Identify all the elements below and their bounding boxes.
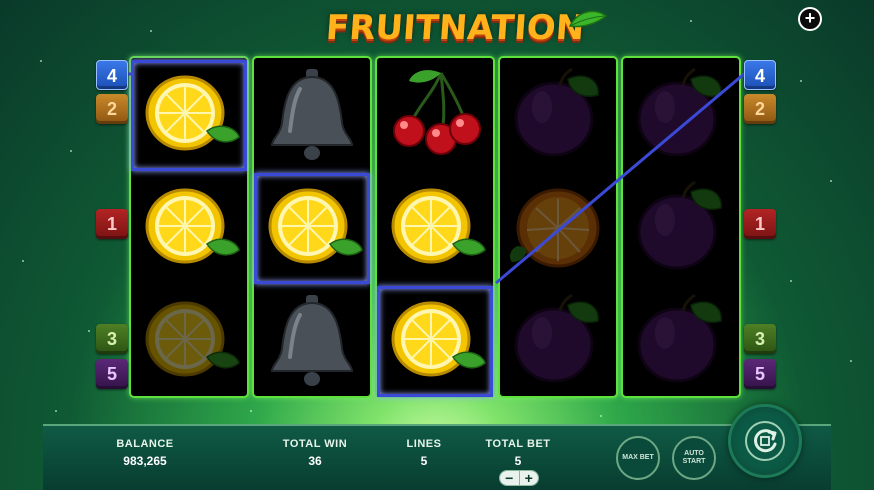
max-bet-button[interactable]: MAX BET — [616, 436, 660, 480]
spin-button[interactable] — [728, 404, 802, 478]
line-badge-left-4[interactable]: 4 — [96, 60, 128, 90]
bell-icon — [254, 284, 370, 397]
orange-icon — [500, 171, 616, 284]
lemon-icon — [131, 171, 247, 284]
add-funds-button[interactable]: + — [798, 7, 822, 31]
cherries-icon — [377, 58, 493, 171]
reel-3 — [375, 56, 495, 398]
line-badge-left-3[interactable]: 3 — [96, 324, 128, 354]
lemon-icon — [131, 284, 247, 397]
lines-display: LINES 5 — [399, 438, 449, 468]
reel-2 — [252, 56, 372, 398]
line-badge-right-5[interactable]: 5 — [744, 359, 776, 389]
winning-symbol-frame — [377, 286, 493, 397]
total-win-display: TOTAL WIN 36 — [273, 438, 357, 468]
balance-value: 983,265 — [123, 454, 167, 468]
logo-text: FRUITNATION — [324, 8, 586, 48]
plum-icon — [500, 58, 616, 171]
auto-start-button[interactable]: AUTO START — [672, 436, 716, 480]
bet-increase-button[interactable]: + — [518, 471, 538, 485]
total-bet-value: 5 — [514, 454, 522, 468]
spin-icon — [745, 421, 785, 461]
bet-stepper: − + — [499, 470, 539, 486]
reel-1 — [129, 56, 249, 398]
plum-icon — [623, 58, 739, 171]
game-logo: FRUITNATION — [300, 2, 610, 54]
bottom-control-bar: BALANCE 983,265 TOTAL WIN 36 LINES 5 TOT… — [43, 424, 831, 490]
lines-label: LINES — [406, 438, 442, 450]
plum-icon — [500, 284, 616, 397]
line-badge-left-5[interactable]: 5 — [96, 359, 128, 389]
winning-symbol-frame — [254, 173, 370, 284]
plum-icon — [623, 171, 739, 284]
balance-label: BALANCE — [116, 438, 174, 450]
line-badge-right-2[interactable]: 2 — [744, 94, 776, 124]
game-stage: FRUITNATION + 4 2 1 3 5 4 2 1 3 5 BALANC… — [0, 0, 874, 490]
lines-value: 5 — [420, 454, 428, 468]
total-win-label: TOTAL WIN — [282, 438, 348, 450]
total-bet-label: TOTAL BET — [485, 438, 551, 450]
winning-symbol-frame — [131, 60, 247, 171]
reel-4 — [498, 56, 618, 398]
reel-5 — [621, 56, 741, 398]
line-badge-left-2[interactable]: 2 — [96, 94, 128, 124]
line-badge-right-3[interactable]: 3 — [744, 324, 776, 354]
bell-icon — [254, 58, 370, 171]
line-badge-right-1[interactable]: 1 — [744, 209, 776, 239]
leaf-icon — [568, 8, 608, 35]
line-badge-right-4[interactable]: 4 — [744, 60, 776, 90]
lemon-icon — [377, 171, 493, 284]
total-win-value: 36 — [308, 454, 322, 468]
total-bet-display: TOTAL BET 5 — [479, 438, 557, 468]
balance-display: BALANCE 983,265 — [99, 438, 191, 468]
bet-decrease-button[interactable]: − — [500, 471, 519, 485]
line-badge-left-1[interactable]: 1 — [96, 209, 128, 239]
reels-area — [129, 56, 743, 398]
plum-icon — [623, 284, 739, 397]
